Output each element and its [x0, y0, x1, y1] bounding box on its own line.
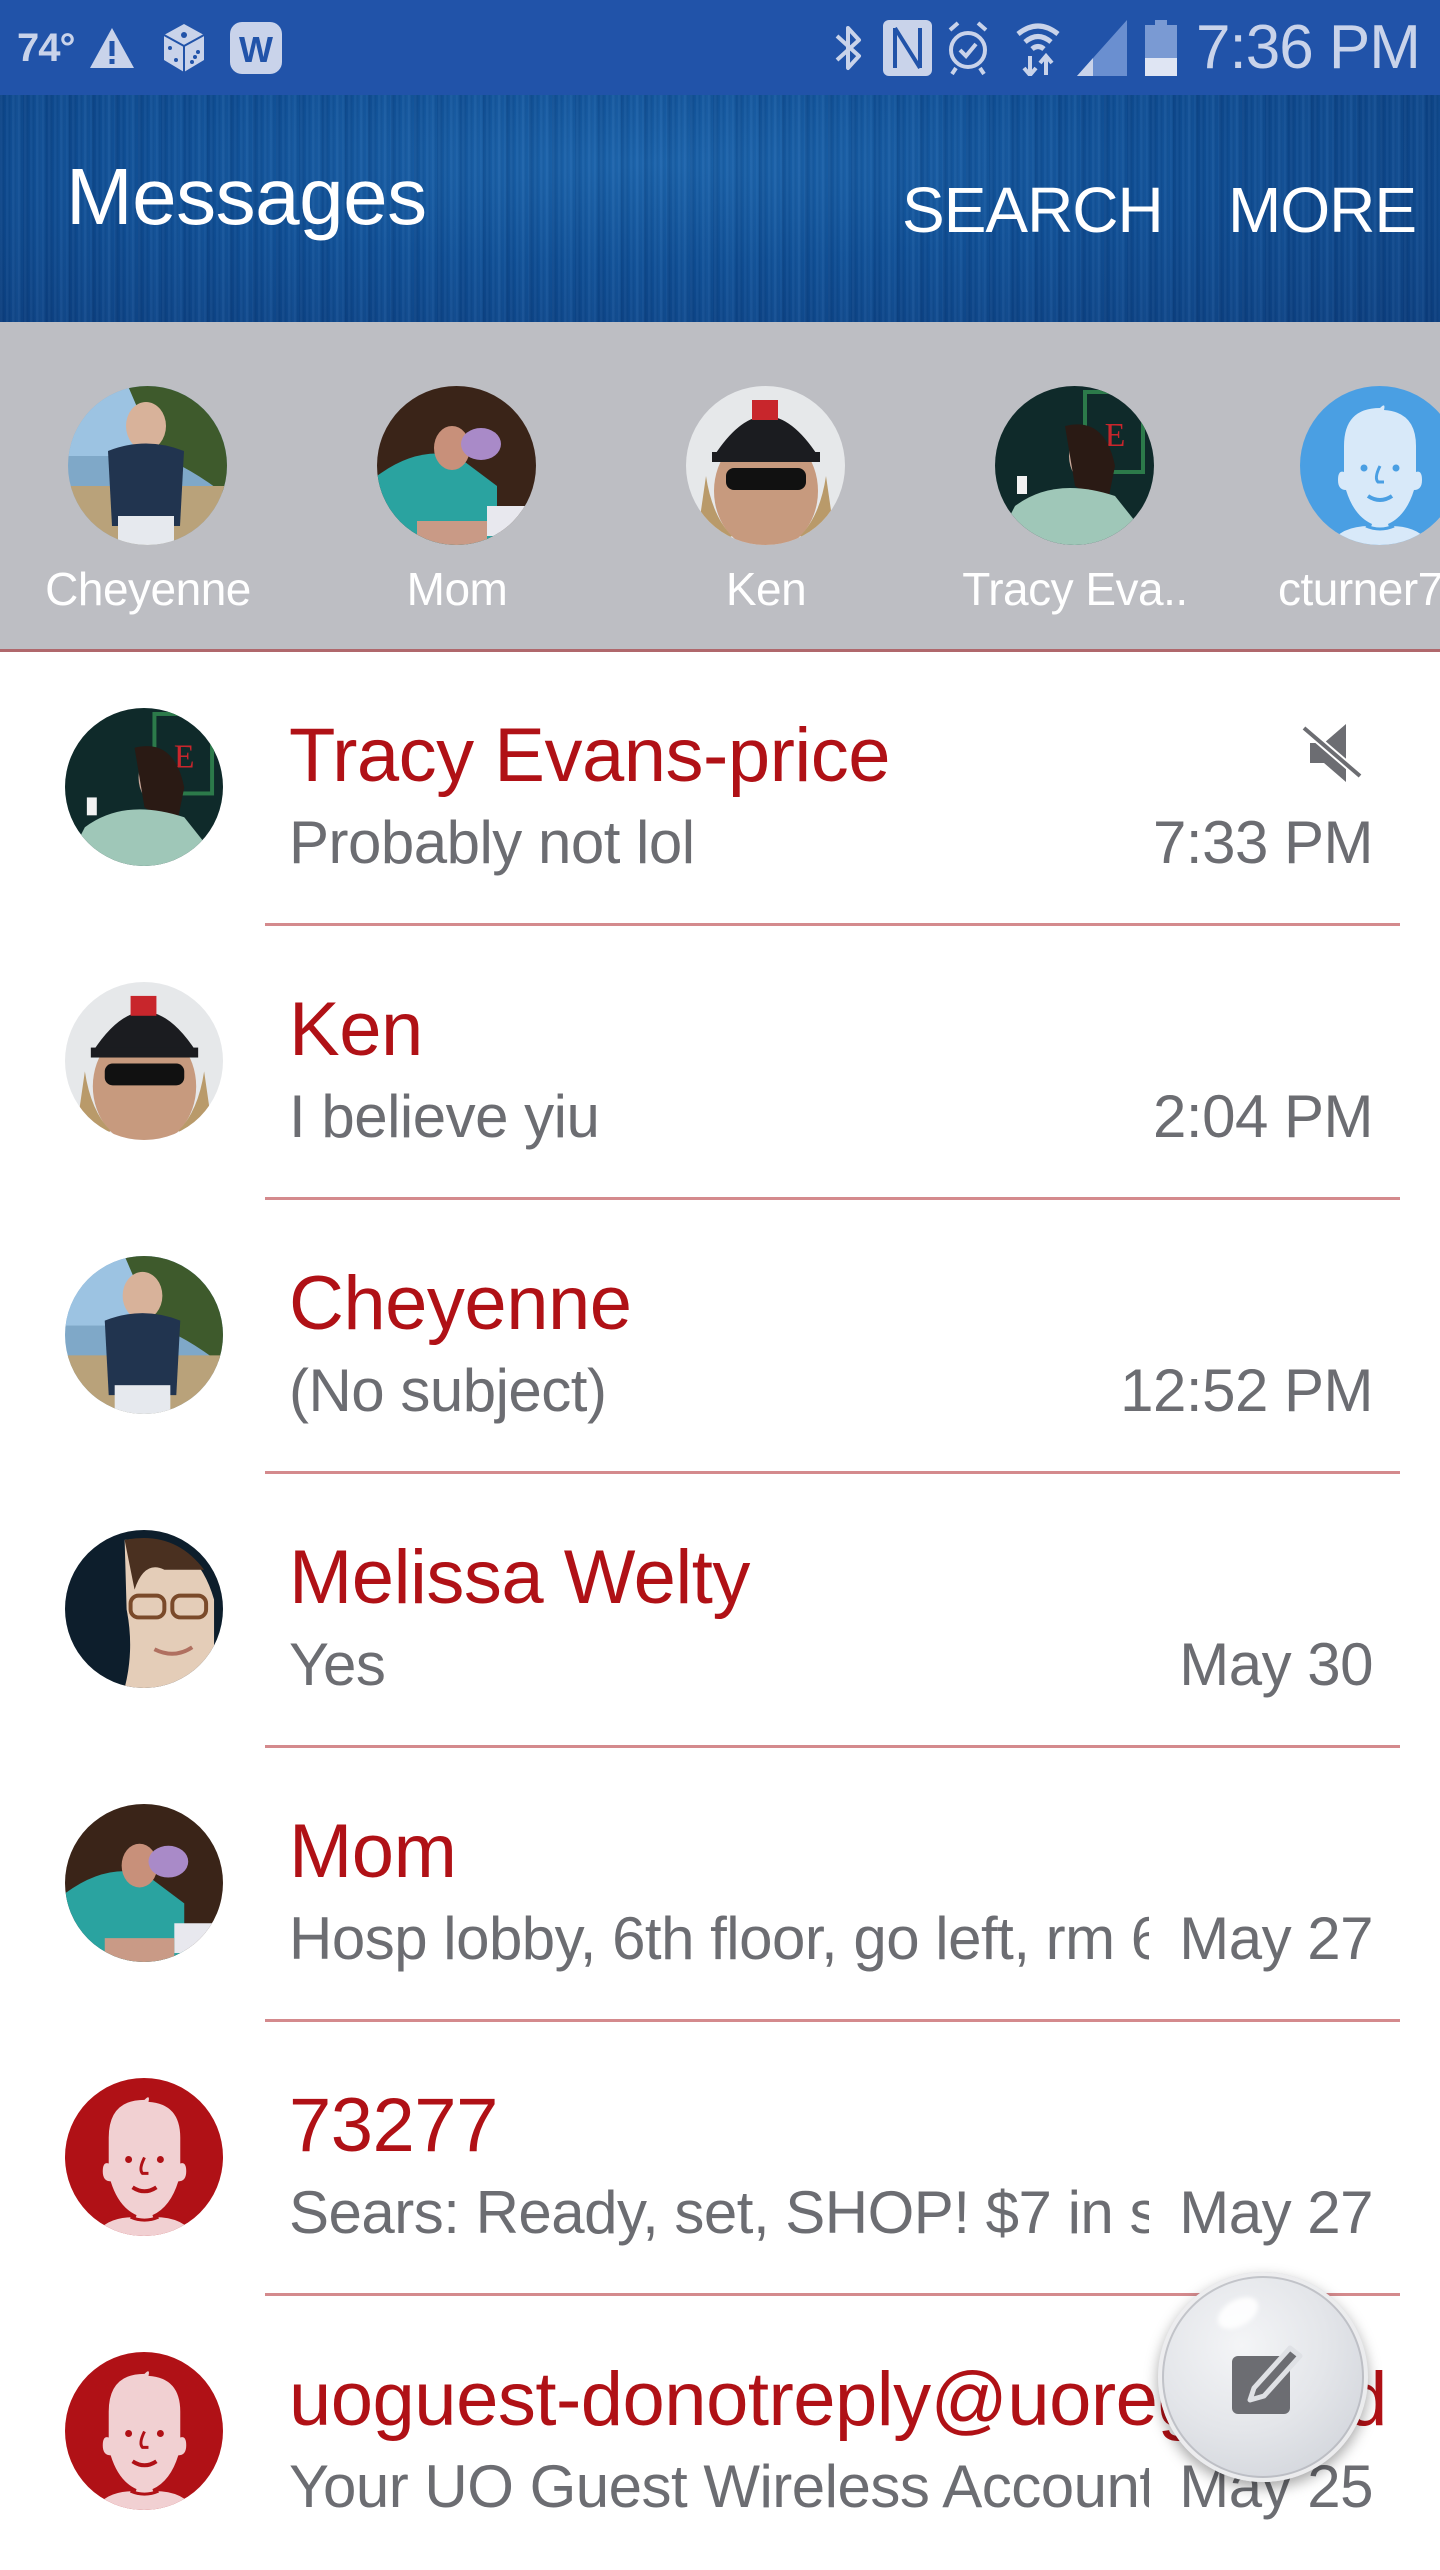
conversation-time: 7:33 PM: [1153, 809, 1373, 876]
conversation-name: Mom: [289, 1809, 457, 1894]
favorite-contact-name: Mom: [406, 563, 508, 615]
status-bar: 74° W 7:36 PM: [0, 0, 1440, 95]
conversation-row[interactable]: 73277 Sears: Ready, set, SHOP! $7 in sur…: [0, 2022, 1440, 2296]
warning-icon: [88, 22, 136, 74]
conversation-preview: (No subject): [289, 1357, 607, 1424]
wifi-icon: [1015, 22, 1061, 76]
contact-avatar: [377, 386, 536, 545]
svg-text:W: W: [239, 29, 273, 70]
contact-avatar: [68, 386, 227, 545]
nfc-icon: [883, 20, 932, 76]
conversation-preview: Sears: Ready, set, SHOP! $7 in sur...: [289, 2179, 1149, 2246]
favorite-contact[interactable]: Cheyenne: [0, 322, 298, 649]
conversation-time: May 30: [1179, 1631, 1373, 1698]
conversation-row[interactable]: Ken I believe yiu 2:04 PM: [0, 926, 1440, 1200]
favorite-contact[interactable]: E Tracy Eva..: [925, 322, 1225, 649]
weather-temperature: 74°: [17, 25, 75, 70]
muted-icon: [1300, 718, 1370, 788]
conversation-preview: Yes: [289, 1631, 386, 1698]
conversation-name: Cheyenne: [289, 1261, 632, 1346]
conversation-preview: Probably not lol: [289, 809, 695, 876]
contact-avatar[interactable]: [65, 1256, 223, 1414]
favorite-contacts-strip[interactable]: Cheyenne Mom Ken E Tracy Eva.. cturner79: [0, 322, 1440, 652]
search-button[interactable]: SEARCH: [902, 178, 1164, 242]
favorite-contact-name: Cheyenne: [45, 563, 251, 615]
contact-avatar[interactable]: [65, 982, 223, 1140]
compose-icon: [1232, 2345, 1303, 2414]
conversation-time: 2:04 PM: [1153, 1083, 1373, 1150]
contact-avatar[interactable]: [65, 1530, 223, 1688]
contact-avatar: [686, 386, 845, 545]
conversation-name: 73277: [289, 2083, 498, 2168]
conversation-name: Melissa Welty: [289, 1535, 750, 1620]
conversation-preview: Your UO Guest Wireless Account...: [289, 2453, 1149, 2520]
dice-game-icon: [162, 22, 206, 74]
conversation-name: Ken: [289, 987, 423, 1072]
bluetooth-icon: [833, 22, 865, 74]
conversation-row[interactable]: E Tracy Evans-price Probably not lol 7:3…: [0, 652, 1440, 926]
contact-avatar: [1300, 386, 1440, 545]
favorite-contact[interactable]: cturner79: [1230, 322, 1440, 649]
cell-signal-icon: [1077, 20, 1127, 76]
favorite-contact[interactable]: Ken: [616, 322, 916, 649]
compose-button[interactable]: [1158, 2272, 1368, 2482]
clock-time: 7:36 PM: [1196, 12, 1421, 82]
conversation-preview: I believe yiu: [289, 1083, 600, 1150]
conversation-time: May 27: [1179, 1905, 1373, 1972]
contact-avatar: E: [995, 386, 1154, 545]
favorite-contact-name: Ken: [725, 563, 807, 615]
button-highlight: [1212, 2290, 1264, 2336]
conversation-row[interactable]: Melissa Welty Yes May 30: [0, 1474, 1440, 1748]
default-contact-icon[interactable]: [65, 2078, 223, 2236]
conversation-time: 12:52 PM: [1120, 1357, 1373, 1424]
w-app-icon: W: [230, 22, 282, 74]
contact-avatar[interactable]: [65, 1804, 223, 1962]
alarm-icon: [946, 21, 990, 76]
conversation-row[interactable]: Cheyenne (No subject) 12:52 PM: [0, 1200, 1440, 1474]
favorite-contact[interactable]: Mom: [307, 322, 607, 649]
more-button[interactable]: MORE: [1228, 178, 1417, 242]
battery-icon: [1145, 20, 1177, 76]
conversation-name: Tracy Evans-price: [289, 713, 891, 798]
page-title: Messages: [66, 152, 427, 241]
contact-avatar[interactable]: E: [65, 708, 223, 866]
default-contact-icon[interactable]: [65, 2352, 223, 2510]
conversation-time: May 27: [1179, 2179, 1373, 2246]
conversation-row[interactable]: Mom Hosp lobby, 6th floor, go left, rm 6…: [0, 1748, 1440, 2022]
app-bar: Messages SEARCH MORE: [0, 95, 1440, 322]
conversation-preview: Hosp lobby, 6th floor, go left, rm 6...: [289, 1905, 1149, 1972]
favorite-contact-name: Tracy Eva..: [962, 563, 1188, 615]
favorite-contact-name: cturner79: [1278, 563, 1440, 615]
